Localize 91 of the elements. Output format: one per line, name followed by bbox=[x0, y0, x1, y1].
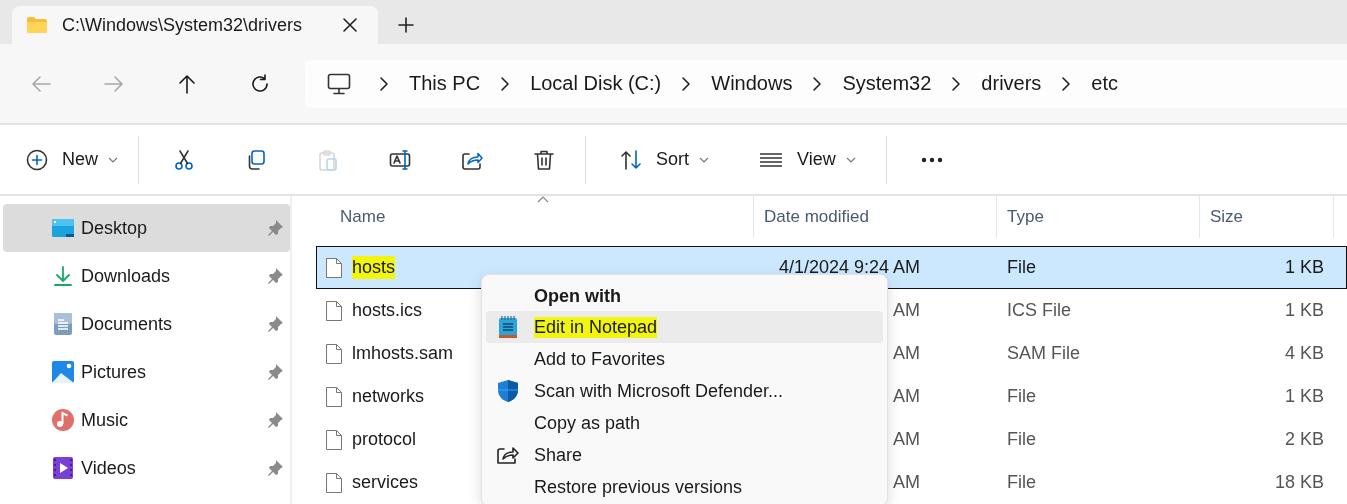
chevron-down-icon bbox=[845, 156, 856, 163]
picture-icon bbox=[51, 360, 75, 384]
table-cell-text: AM bbox=[892, 429, 921, 450]
film-icon bbox=[51, 456, 75, 480]
address-bar[interactable]: This PC Local Disk (C:) Windows System32 drivers etc bbox=[305, 59, 1347, 108]
tab[interactable]: C:\Windows\System32\drivers bbox=[12, 6, 378, 44]
menu-item[interactable]: Share bbox=[486, 439, 883, 471]
pin-icon[interactable] bbox=[266, 315, 284, 333]
file-name: hosts bbox=[352, 256, 396, 279]
new-icon bbox=[26, 148, 48, 171]
table-cell-text: File bbox=[1006, 386, 1037, 407]
menu-item[interactable]: Add to Favorites bbox=[486, 343, 883, 375]
column-header[interactable]: Name bbox=[316, 196, 753, 238]
table-cell-text: 4/1/2024 9:24 AM bbox=[777, 257, 921, 278]
rename-icon[interactable] bbox=[389, 148, 411, 171]
trash-icon[interactable] bbox=[533, 148, 555, 171]
pin-icon[interactable] bbox=[266, 411, 284, 429]
table-cell-text: 1 KB bbox=[1283, 300, 1325, 321]
shield-icon bbox=[496, 379, 520, 403]
menu-item[interactable]: Edit in Notepad bbox=[486, 311, 883, 343]
column-header[interactable]: Type bbox=[996, 196, 1199, 238]
table-cell-text: AM bbox=[892, 343, 921, 364]
refresh-icon[interactable] bbox=[249, 72, 271, 95]
sidebar-item[interactable]: Music bbox=[3, 396, 290, 444]
folder-icon bbox=[26, 16, 48, 34]
table-cell-text: 18 KB bbox=[1273, 472, 1325, 493]
table-cell-text: SAM File bbox=[1006, 343, 1081, 364]
sidebar-item[interactable]: Pictures bbox=[3, 348, 290, 396]
breadcrumb[interactable]: This PC bbox=[409, 72, 481, 95]
plus-icon[interactable] bbox=[397, 16, 415, 34]
pin-icon[interactable] bbox=[266, 363, 284, 381]
chevron-icon[interactable] bbox=[500, 75, 511, 92]
table-cell-text: File bbox=[1006, 257, 1037, 278]
menu-item[interactable]: Scan with Microsoft Defender... bbox=[486, 375, 883, 407]
breadcrumb[interactable]: System32 bbox=[842, 72, 932, 95]
download-arrow-icon bbox=[51, 264, 75, 288]
chevron-icon[interactable] bbox=[681, 75, 692, 92]
table-cell-text: AM bbox=[892, 300, 921, 321]
file-name: protocol bbox=[352, 428, 417, 451]
file-name: lmhosts.sam bbox=[352, 342, 454, 365]
close-icon[interactable] bbox=[342, 17, 358, 33]
pin-icon[interactable] bbox=[266, 267, 284, 285]
sort-button[interactable]: Sort bbox=[620, 148, 710, 171]
chevron-icon[interactable] bbox=[812, 75, 823, 92]
sort-icon bbox=[620, 148, 642, 171]
table-cell-text: 2 KB bbox=[1283, 429, 1325, 450]
pin-icon[interactable] bbox=[266, 219, 284, 237]
file-icon bbox=[325, 256, 343, 279]
menu-item[interactable]: Copy as path bbox=[486, 407, 883, 439]
chevron-down-icon bbox=[699, 156, 710, 163]
table-cell-text: File bbox=[1006, 429, 1037, 450]
table-cell-text: File bbox=[1006, 472, 1037, 493]
chevron-icon[interactable] bbox=[951, 75, 962, 92]
document-icon bbox=[51, 312, 75, 336]
file-name: services bbox=[352, 471, 418, 494]
table-cell-text: 1 KB bbox=[1283, 386, 1325, 407]
file-icon bbox=[325, 342, 343, 365]
menu-item[interactable]: Restore previous versions bbox=[486, 471, 883, 503]
music-note-icon bbox=[51, 408, 75, 432]
column-header[interactable]: Date modified bbox=[753, 196, 996, 238]
file-icon bbox=[325, 428, 343, 451]
up-arrow-icon[interactable] bbox=[176, 72, 198, 95]
table-cell-text: 1 KB bbox=[1283, 257, 1325, 278]
new-button[interactable]: New bbox=[26, 148, 118, 171]
pin-icon[interactable] bbox=[266, 459, 284, 477]
sidebar-item[interactable]: Videos bbox=[3, 444, 290, 492]
file-name: networks bbox=[352, 385, 425, 408]
table-cell-text: 4 KB bbox=[1283, 343, 1325, 364]
monitor-icon bbox=[327, 72, 351, 95]
file-icon bbox=[325, 471, 343, 494]
breadcrumb[interactable]: etc bbox=[1091, 72, 1119, 95]
file-name: hosts.ics bbox=[352, 299, 423, 322]
sidebar-item[interactable]: Downloads bbox=[3, 252, 290, 300]
sort-caret-icon bbox=[537, 196, 549, 203]
notepad-icon bbox=[496, 315, 520, 339]
chevron-down-icon bbox=[108, 156, 118, 163]
desktop-icon bbox=[51, 216, 75, 240]
file-icon bbox=[325, 299, 343, 322]
table-cell-text: AM bbox=[892, 472, 921, 493]
breadcrumb[interactable]: Local Disk (C:) bbox=[530, 72, 662, 95]
table-cell-text: ICS File bbox=[1006, 300, 1072, 321]
chevron-icon[interactable] bbox=[379, 75, 389, 92]
scissors-icon[interactable] bbox=[173, 148, 195, 171]
sidebar-item[interactable]: Desktop bbox=[3, 204, 290, 252]
chevron-icon[interactable] bbox=[1061, 75, 1072, 92]
file-icon bbox=[325, 385, 343, 408]
column-header[interactable]: Size bbox=[1199, 196, 1334, 238]
breadcrumb[interactable]: drivers bbox=[981, 72, 1042, 95]
sidebar-item[interactable]: Documents bbox=[3, 300, 290, 348]
view-button[interactable]: View bbox=[759, 148, 856, 171]
breadcrumb[interactable]: Windows bbox=[711, 72, 793, 95]
